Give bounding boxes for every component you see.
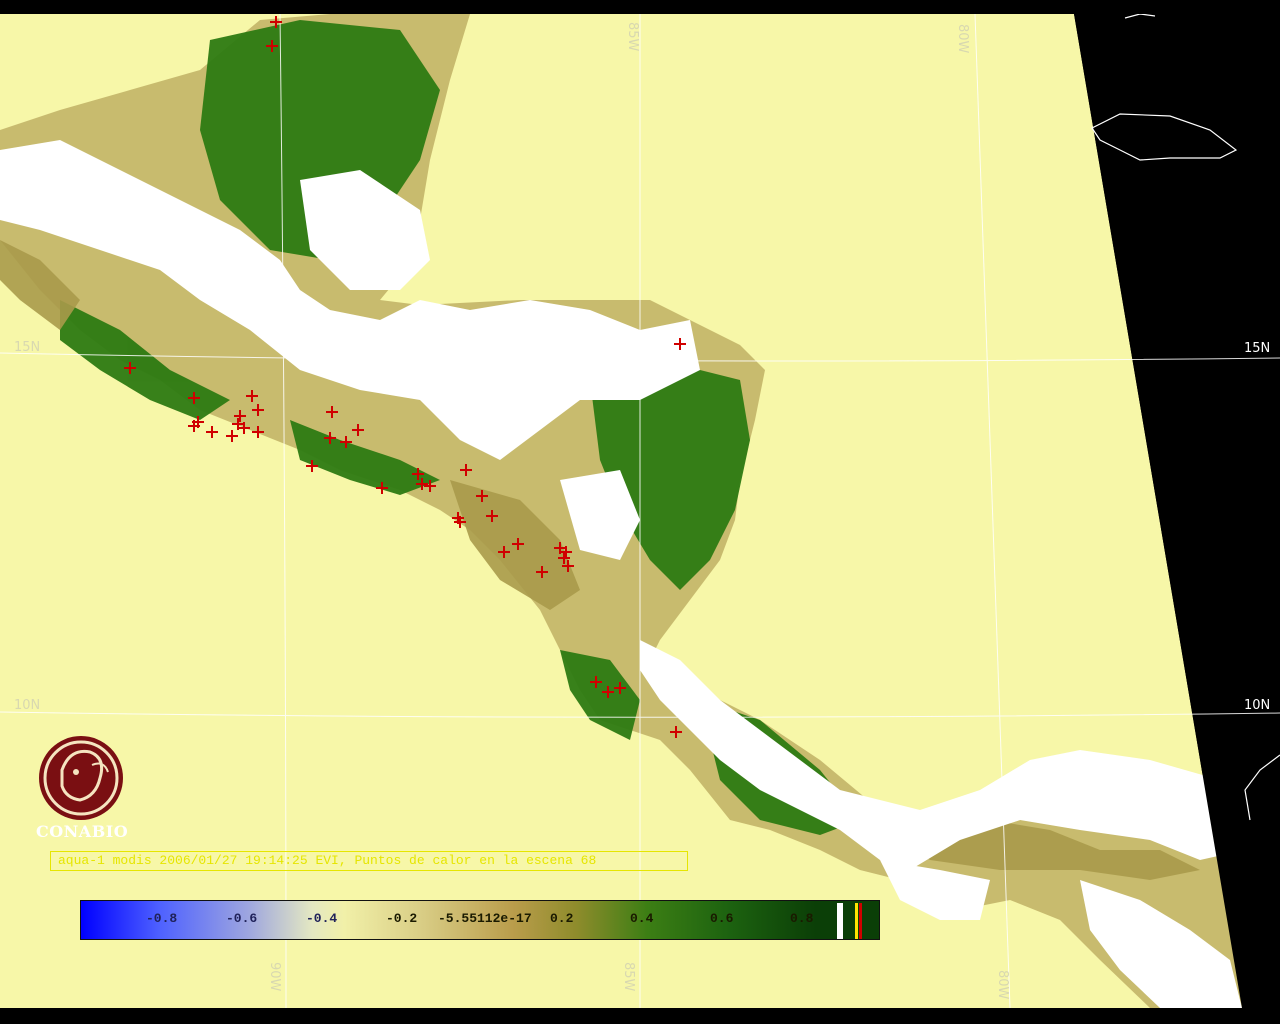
colorbar-tick-label: -0.4 (306, 911, 338, 926)
colorbar-marker-white (837, 903, 843, 939)
colorbar-tick-label: 0.2 (550, 911, 574, 926)
colorbar-tick-label: 0.4 (630, 911, 654, 926)
top-bar (0, 0, 1280, 14)
colorbar-tick-label: -0.6 (226, 911, 258, 926)
lon-label-90w-bottom: 90W (267, 962, 282, 992)
colorbar-tick-label: -0.8 (146, 911, 178, 926)
map-viewport: 15N 15N 10N 10N 85W 80W 90W 85W 80W CONA… (0, 0, 1280, 1024)
bottom-bar (0, 1008, 1280, 1024)
colorbar-tick-label: 0.8 (790, 911, 814, 926)
scene-caption: aqua-1 modis 2006/01/27 19:14:25 EVI, Pu… (50, 851, 688, 871)
lat-label-10n-right: 10N (1244, 698, 1271, 713)
lon-label-85w-bottom: 85W (621, 962, 636, 992)
conabio-logo-text: CONABIO (36, 822, 129, 841)
conabio-logo (39, 736, 123, 820)
colorbar-marker-red (859, 903, 862, 939)
colorbar-marker-yellow (855, 903, 858, 939)
colorbar-tick-label: 0.6 (710, 911, 734, 926)
lon-label-85w-top: 85W (625, 22, 640, 52)
lat-label-15n-left: 15N (14, 340, 41, 355)
lat-label-10n-left: 10N (14, 698, 41, 713)
lon-label-80w-top: 80W (955, 24, 970, 54)
colorbar-tick-label: -5.55112e-17 (438, 911, 532, 926)
lat-label-15n-right: 15N (1244, 341, 1271, 356)
lon-label-80w-bottom: 80W (995, 970, 1010, 1000)
colorbar-tick-label: -0.2 (386, 911, 418, 926)
